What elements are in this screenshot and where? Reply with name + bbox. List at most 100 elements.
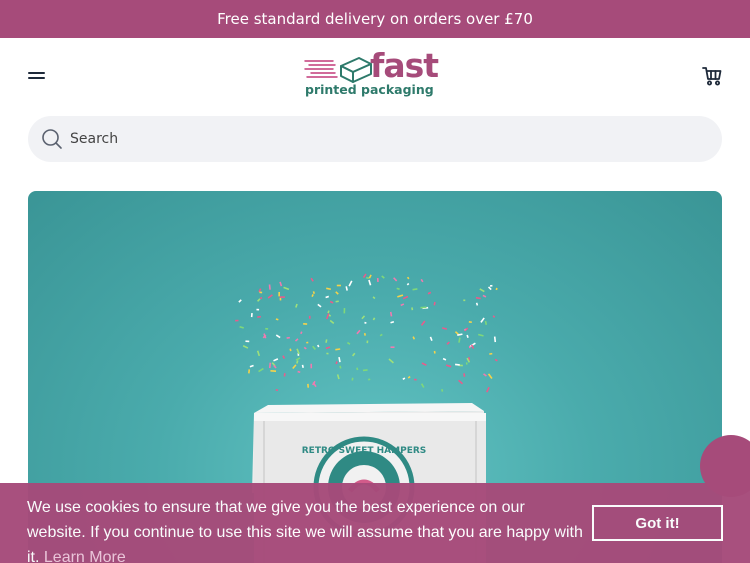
sprinkle <box>312 291 316 294</box>
sprinkle <box>245 340 250 343</box>
sprinkle <box>412 336 416 340</box>
sprinkle <box>294 338 299 342</box>
sprinkle <box>480 317 485 323</box>
sprinkle <box>336 374 340 380</box>
sprinkle <box>420 278 424 283</box>
sprinkle <box>327 310 330 314</box>
sprinkle <box>268 362 272 369</box>
sprinkle <box>279 296 285 298</box>
cookie-message: We use cookies to ensure that we give yo… <box>27 495 587 563</box>
sprinkle <box>492 315 496 318</box>
sprinkle <box>477 333 484 337</box>
sprinkle <box>273 358 279 362</box>
sprinkle <box>368 274 372 279</box>
sprinkle <box>301 364 304 368</box>
sprinkle <box>361 315 366 320</box>
sprinkle <box>345 286 348 291</box>
sprinkle <box>242 345 249 349</box>
sprinkle <box>479 288 485 293</box>
sprinkle <box>238 299 242 303</box>
sprinkle <box>402 295 409 300</box>
hamburger-menu-icon[interactable] <box>26 66 48 86</box>
sprinkle <box>351 377 354 381</box>
logo-wordmark: fast <box>370 46 439 85</box>
sprinkle <box>317 303 322 308</box>
sprinkle <box>310 363 313 369</box>
sprinkle <box>286 336 290 339</box>
sprinkle <box>362 273 367 278</box>
sprinkle <box>325 339 328 343</box>
sprinkle <box>429 336 433 342</box>
sprinkle <box>283 286 290 291</box>
sprinkle <box>278 291 280 297</box>
sprinkle <box>306 341 309 344</box>
sprinkle <box>303 323 308 325</box>
sprinkle <box>235 319 239 322</box>
sprinkle <box>441 389 444 392</box>
sprinkle <box>486 386 490 393</box>
cart-icon[interactable] <box>701 65 723 87</box>
sprinkle <box>446 341 450 345</box>
sprinkle <box>442 357 447 361</box>
sprinkle <box>270 370 277 372</box>
sprinkle <box>483 373 487 377</box>
sprinkle <box>259 291 263 294</box>
sprinkle <box>441 327 448 330</box>
sprinkle <box>268 284 271 290</box>
sprinkle <box>372 317 376 321</box>
box-logo-icon <box>304 57 372 83</box>
sprinkle <box>381 275 385 279</box>
site-logo[interactable]: fast printed packaging <box>303 46 448 102</box>
sprinkle <box>250 312 253 318</box>
sprinkle <box>279 281 283 287</box>
sprinkle <box>296 348 300 355</box>
sprinkle <box>393 277 398 282</box>
sprinkle <box>494 358 498 362</box>
sprinkle <box>458 337 461 343</box>
sprinkle <box>487 373 493 379</box>
accept-cookies-button[interactable]: Got it! <box>592 505 723 541</box>
sprinkle <box>475 296 481 300</box>
sprinkle <box>325 295 329 299</box>
sprinkle <box>335 348 341 351</box>
sprinkle <box>487 286 492 291</box>
sprinkle <box>265 327 269 330</box>
box-stamp-text: RETRO SWEET HAMPERS <box>302 446 427 456</box>
sprinkle <box>433 301 436 306</box>
sprinkle <box>468 321 472 324</box>
sprinkle <box>412 288 418 291</box>
sprinkle <box>420 383 425 388</box>
sprinkle <box>248 369 251 374</box>
sprinkle <box>407 375 411 379</box>
sprinkle <box>295 357 301 361</box>
sprinkle <box>389 311 393 317</box>
sprinkle <box>367 378 371 381</box>
sprinkle <box>376 278 379 283</box>
sprinkle <box>282 355 286 359</box>
sprinkle <box>289 348 292 352</box>
sprinkle <box>366 340 369 344</box>
site-header: fast printed packaging <box>0 38 750 114</box>
sprinkle <box>308 315 311 319</box>
sprinkle <box>335 300 339 303</box>
sprinkle <box>297 370 301 374</box>
sprinkle <box>348 280 353 287</box>
cookie-banner: We use cookies to ensure that we give yo… <box>0 483 750 563</box>
sprinkle <box>421 362 427 366</box>
sprinkle <box>352 352 356 357</box>
sprinkle <box>390 320 395 324</box>
sprinkle <box>312 345 316 350</box>
learn-more-link[interactable]: Learn More <box>44 549 126 563</box>
sprinkle <box>343 308 346 314</box>
sprinkle <box>329 300 334 304</box>
sprinkle <box>275 334 281 339</box>
sprinkle <box>468 345 471 349</box>
search-bar[interactable] <box>28 116 722 162</box>
sprinkle <box>257 315 261 318</box>
sprinkle <box>335 361 338 365</box>
sprinkle <box>493 336 497 343</box>
sprinkle <box>489 284 493 287</box>
sprinkle <box>283 373 286 377</box>
sprinkle <box>256 350 261 357</box>
search-input[interactable] <box>70 116 710 162</box>
